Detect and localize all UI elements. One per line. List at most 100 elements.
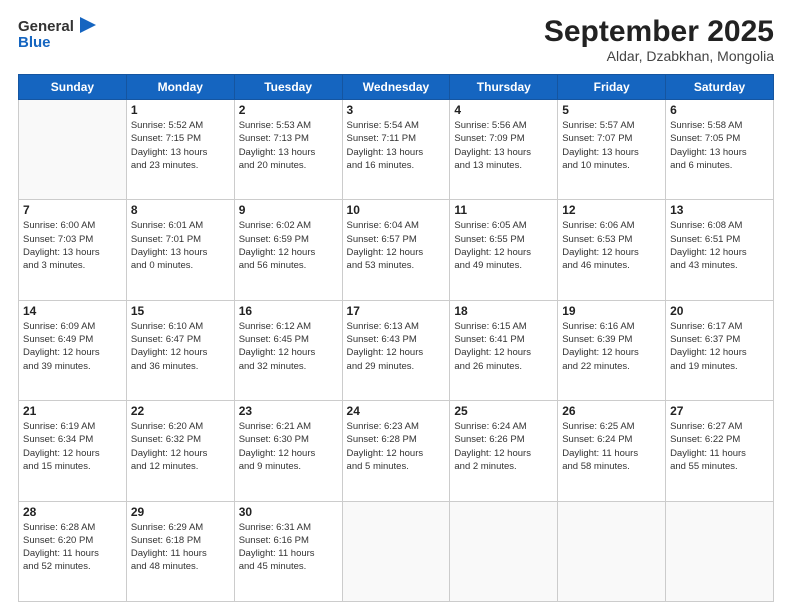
day-info: Sunrise: 6:09 AM Sunset: 6:49 PM Dayligh… [23, 320, 122, 373]
calendar-cell [19, 100, 127, 200]
subtitle: Aldar, Dzabkhan, Mongolia [544, 48, 774, 64]
calendar-cell: 14Sunrise: 6:09 AM Sunset: 6:49 PM Dayli… [19, 300, 127, 400]
day-info: Sunrise: 6:02 AM Sunset: 6:59 PM Dayligh… [239, 219, 338, 272]
day-number: 29 [131, 505, 230, 519]
day-number: 6 [670, 103, 769, 117]
day-number: 19 [562, 304, 661, 318]
day-info: Sunrise: 5:57 AM Sunset: 7:07 PM Dayligh… [562, 119, 661, 172]
day-number: 1 [131, 103, 230, 117]
title-block: September 2025 Aldar, Dzabkhan, Mongolia [544, 15, 774, 64]
calendar-cell: 4Sunrise: 5:56 AM Sunset: 7:09 PM Daylig… [450, 100, 558, 200]
logo-icon: GeneralBlue [18, 15, 98, 50]
day-info: Sunrise: 6:29 AM Sunset: 6:18 PM Dayligh… [131, 521, 230, 574]
day-info: Sunrise: 6:05 AM Sunset: 6:55 PM Dayligh… [454, 219, 553, 272]
day-info: Sunrise: 6:00 AM Sunset: 7:03 PM Dayligh… [23, 219, 122, 272]
calendar-cell: 19 Sunrise: 6:16 AM Sunset: 6:39 PM Dayli… [558, 300, 666, 400]
calendar-week-1: 1 Sunrise: 5:52 AM Sunset: 7:15 PM Daylig… [19, 100, 774, 200]
day-number: 22 [131, 404, 230, 418]
day-number: 12 [562, 203, 661, 217]
day-info: Sunrise: 6:27 AM Sunset: 6:22 PM Dayligh… [670, 420, 769, 473]
calendar-table: SundayMondayTuesdayWednesdayThursdayFrid… [18, 74, 774, 602]
day-header-monday: Monday [126, 75, 234, 100]
day-info: Sunrise: 6:24 AM Sunset: 6:26 PM Dayligh… [454, 420, 553, 473]
day-info: Sunrise: 6:16 AM Sunset: 6:39 PM Dayligh… [562, 320, 661, 373]
calendar-cell: 2 Sunrise: 5:53 AM Sunset: 7:13 PM Daylig… [234, 100, 342, 200]
day-info: Sunrise: 5:58 AM Sunset: 7:05 PM Dayligh… [670, 119, 769, 172]
calendar-cell: 24 Sunrise: 6:23 AM Sunset: 6:28 PM Dayli… [342, 401, 450, 501]
day-info: Sunrise: 6:23 AM Sunset: 6:28 PM Dayligh… [347, 420, 446, 473]
svg-text:General: General [18, 18, 74, 35]
day-number: 7 [23, 203, 122, 217]
calendar-cell: 11 Sunrise: 6:05 AM Sunset: 6:55 PM Dayli… [450, 200, 558, 300]
day-info: Sunrise: 6:15 AM Sunset: 6:41 PM Dayligh… [454, 320, 553, 373]
calendar-week-5: 28 Sunrise: 6:28 AM Sunset: 6:20 PM Dayli… [19, 501, 774, 601]
calendar-cell: 21 Sunrise: 6:19 AM Sunset: 6:34 PM Dayli… [19, 401, 127, 501]
day-header-sunday: Sunday [19, 75, 127, 100]
calendar-cell: 12 Sunrise: 6:06 AM Sunset: 6:53 PM Dayli… [558, 200, 666, 300]
calendar-cell: 23Sunrise: 6:21 AM Sunset: 6:30 PM Dayli… [234, 401, 342, 501]
calendar-cell: 3 Sunrise: 5:54 AM Sunset: 7:11 PM Daylig… [342, 100, 450, 200]
day-number: 27 [670, 404, 769, 418]
day-number: 20 [670, 304, 769, 318]
day-info: Sunrise: 6:20 AM Sunset: 6:32 PM Dayligh… [131, 420, 230, 473]
day-info: Sunrise: 6:08 AM Sunset: 6:51 PM Dayligh… [670, 219, 769, 272]
day-info: Sunrise: 6:31 AM Sunset: 6:16 PM Dayligh… [239, 521, 338, 574]
calendar-cell: 17Sunrise: 6:13 AM Sunset: 6:43 PM Dayli… [342, 300, 450, 400]
day-info: Sunrise: 6:21 AM Sunset: 6:30 PM Dayligh… [239, 420, 338, 473]
day-number: 24 [347, 404, 446, 418]
calendar-cell: 5Sunrise: 5:57 AM Sunset: 7:07 PM Daylig… [558, 100, 666, 200]
calendar-cell: 22 Sunrise: 6:20 AM Sunset: 6:32 PM Dayli… [126, 401, 234, 501]
calendar-cell: 18 Sunrise: 6:15 AM Sunset: 6:41 PM Dayli… [450, 300, 558, 400]
day-header-wednesday: Wednesday [342, 75, 450, 100]
day-info: Sunrise: 5:54 AM Sunset: 7:11 PM Dayligh… [347, 119, 446, 172]
day-info: Sunrise: 6:25 AM Sunset: 6:24 PM Dayligh… [562, 420, 661, 473]
day-info: Sunrise: 5:53 AM Sunset: 7:13 PM Dayligh… [239, 119, 338, 172]
day-number: 11 [454, 203, 553, 217]
day-number: 26 [562, 404, 661, 418]
day-number: 13 [670, 203, 769, 217]
calendar-week-2: 7 Sunrise: 6:00 AM Sunset: 7:03 PM Daylig… [19, 200, 774, 300]
day-info: Sunrise: 6:17 AM Sunset: 6:37 PM Dayligh… [670, 320, 769, 373]
day-info: Sunrise: 6:10 AM Sunset: 6:47 PM Dayligh… [131, 320, 230, 373]
day-info: Sunrise: 6:28 AM Sunset: 6:20 PM Dayligh… [23, 521, 122, 574]
day-number: 3 [347, 103, 446, 117]
calendar-cell: 26 Sunrise: 6:25 AM Sunset: 6:24 PM Dayli… [558, 401, 666, 501]
day-number: 2 [239, 103, 338, 117]
calendar-cell: 29 Sunrise: 6:29 AM Sunset: 6:18 PM Dayli… [126, 501, 234, 601]
day-number: 18 [454, 304, 553, 318]
calendar-cell [666, 501, 774, 601]
calendar-cell [450, 501, 558, 601]
day-header-tuesday: Tuesday [234, 75, 342, 100]
day-header-friday: Friday [558, 75, 666, 100]
calendar-cell: 13 Sunrise: 6:08 AM Sunset: 6:51 PM Dayli… [666, 200, 774, 300]
calendar-cell [342, 501, 450, 601]
calendar-cell: 9Sunrise: 6:02 AM Sunset: 6:59 PM Daylig… [234, 200, 342, 300]
calendar-cell: 28 Sunrise: 6:28 AM Sunset: 6:20 PM Dayli… [19, 501, 127, 601]
day-info: Sunrise: 6:06 AM Sunset: 6:53 PM Dayligh… [562, 219, 661, 272]
calendar-cell: 27 Sunrise: 6:27 AM Sunset: 6:22 PM Dayli… [666, 401, 774, 501]
month-title: September 2025 [544, 15, 774, 48]
svg-text:Blue: Blue [18, 34, 51, 50]
calendar-week-3: 14Sunrise: 6:09 AM Sunset: 6:49 PM Dayli… [19, 300, 774, 400]
header: GeneralBlue September 2025 Aldar, Dzabkh… [18, 15, 774, 64]
calendar-cell: 10 Sunrise: 6:04 AM Sunset: 6:57 PM Dayli… [342, 200, 450, 300]
day-number: 10 [347, 203, 446, 217]
day-number: 17 [347, 304, 446, 318]
calendar-cell: 20 Sunrise: 6:17 AM Sunset: 6:37 PM Dayli… [666, 300, 774, 400]
day-number: 28 [23, 505, 122, 519]
calendar-cell: 30 Sunrise: 6:31 AM Sunset: 6:16 PM Dayli… [234, 501, 342, 601]
day-number: 21 [23, 404, 122, 418]
calendar-cell: 25Sunrise: 6:24 AM Sunset: 6:26 PM Dayli… [450, 401, 558, 501]
day-number: 16 [239, 304, 338, 318]
calendar-week-4: 21 Sunrise: 6:19 AM Sunset: 6:34 PM Dayli… [19, 401, 774, 501]
day-info: Sunrise: 5:56 AM Sunset: 7:09 PM Dayligh… [454, 119, 553, 172]
day-info: Sunrise: 6:19 AM Sunset: 6:34 PM Dayligh… [23, 420, 122, 473]
day-info: Sunrise: 6:04 AM Sunset: 6:57 PM Dayligh… [347, 219, 446, 272]
calendar-cell: 7 Sunrise: 6:00 AM Sunset: 7:03 PM Daylig… [19, 200, 127, 300]
calendar-cell: 8Sunrise: 6:01 AM Sunset: 7:01 PM Daylig… [126, 200, 234, 300]
day-number: 30 [239, 505, 338, 519]
day-header-thursday: Thursday [450, 75, 558, 100]
day-info: Sunrise: 5:52 AM Sunset: 7:15 PM Dayligh… [131, 119, 230, 172]
day-number: 8 [131, 203, 230, 217]
calendar-cell: 1 Sunrise: 5:52 AM Sunset: 7:15 PM Daylig… [126, 100, 234, 200]
